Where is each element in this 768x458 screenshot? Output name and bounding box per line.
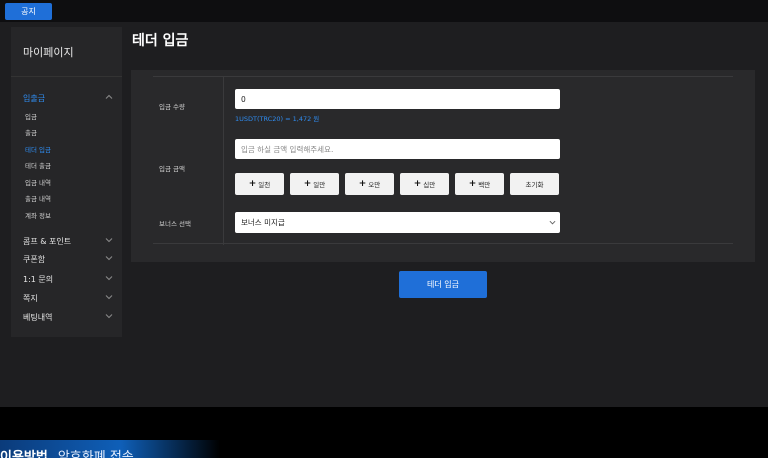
plus-icon: + <box>303 179 312 189</box>
amount-button-label: 십만 <box>423 181 436 189</box>
sidebar-item-withdraw-history[interactable]: 출금 내역 <box>25 193 51 203</box>
plus-icon: + <box>468 179 477 189</box>
amount-button-label: 일만 <box>313 181 326 189</box>
bonus-select[interactable]: 보너스 미지급 <box>235 212 560 233</box>
sidebar-item-withdraw[interactable]: 출금 <box>25 127 37 137</box>
add-50000-button[interactable]: + 오만 <box>345 173 394 195</box>
sidebar-title: 마이페이지 <box>23 46 74 59</box>
sidebar-group-label: 콤프 & 포인트 <box>23 237 72 246</box>
chevron-down-icon <box>105 274 113 282</box>
sidebar-group-label: 1:1 문의 <box>23 275 54 284</box>
sidebar-group-bet-history[interactable]: 베팅내역 <box>23 312 113 323</box>
chevron-down-icon <box>105 293 113 301</box>
sidebar-divider <box>11 76 122 77</box>
deposit-amount-input[interactable]: 입금 하실 금액 입력해주세요. <box>235 139 560 159</box>
deposit-amount-label: 입금 금액 <box>159 165 185 173</box>
sidebar-item-deposit[interactable]: 입금 <box>25 111 37 121</box>
sidebar-item-account-info[interactable]: 계좌 정보 <box>25 210 51 220</box>
sidebar-group-coupons[interactable]: 쿠폰함 <box>23 254 113 265</box>
top-bar: 공지 <box>0 0 768 22</box>
form-divider <box>223 77 224 245</box>
bonus-label: 보너스 선택 <box>159 220 191 228</box>
sidebar-group-label: 베팅내역 <box>23 313 53 322</box>
sidebar-group-label: 쪽지 <box>23 294 38 303</box>
sidebar-group-label: 쿠폰함 <box>23 255 46 264</box>
page-title: 테더 입금 <box>132 33 189 49</box>
deposit-form: 입금 수량 0 1USDT(TRC20) = 1,472 원 입금 금액 입금 … <box>153 76 733 245</box>
sidebar-group-label: 입출금 <box>23 94 46 103</box>
add-1000-button[interactable]: + 일천 <box>235 173 284 195</box>
deposit-qty-input[interactable]: 0 <box>235 89 560 109</box>
notice-button[interactable]: 공지 <box>5 3 52 20</box>
sidebar-item-deposit-history[interactable]: 입금 내역 <box>25 177 51 187</box>
deposit-form-panel: 입금 수량 0 1USDT(TRC20) = 1,472 원 입금 금액 입금 … <box>131 70 755 262</box>
tether-deposit-submit-button[interactable]: 테더 입금 <box>399 271 487 298</box>
chevron-down-icon <box>105 254 113 262</box>
sidebar-group-deposit-withdraw[interactable]: 입출금 <box>23 93 113 104</box>
add-1000000-button[interactable]: + 백만 <box>455 173 504 195</box>
banner-title: 이용방법 <box>0 450 48 458</box>
sidebar-item-tether-deposit[interactable]: 테더 입금 <box>25 144 51 154</box>
bonus-selected-value: 보너스 미지급 <box>241 218 285 227</box>
plus-icon: + <box>358 179 367 189</box>
chevron-down-icon <box>105 236 113 244</box>
sidebar-group-comp-point[interactable]: 콤프 & 포인트 <box>23 236 113 247</box>
how-to-banner[interactable]: 이용방법 암호화폐 접속 <box>0 440 220 458</box>
amount-button-label: 일천 <box>258 181 271 189</box>
reset-button[interactable]: 초기화 <box>510 173 559 195</box>
deposit-qty-label: 입금 수량 <box>159 103 185 111</box>
chevron-up-icon <box>105 93 113 101</box>
sidebar: 마이페이지 입출금 입금 출금 테더 입금 테더 출금 입금 내역 출금 내역 … <box>11 27 122 337</box>
banner-text: 이용방법 암호화폐 접속 <box>0 446 134 458</box>
plus-icon: + <box>248 179 257 189</box>
amount-button-label: 백만 <box>478 181 491 189</box>
chevron-down-icon <box>549 219 556 226</box>
sidebar-group-messages[interactable]: 쪽지 <box>23 293 113 304</box>
reset-button-label: 초기화 <box>525 181 544 189</box>
add-10000-button[interactable]: + 일만 <box>290 173 339 195</box>
banner-subtitle: 암호화폐 접속 <box>57 450 134 458</box>
chevron-down-icon <box>105 312 113 320</box>
amount-button-label: 오만 <box>368 181 381 189</box>
sidebar-group-inquiry[interactable]: 1:1 문의 <box>23 274 113 285</box>
add-100000-button[interactable]: + 십만 <box>400 173 449 195</box>
plus-icon: + <box>413 179 422 189</box>
sidebar-item-tether-withdraw[interactable]: 테더 출금 <box>25 160 51 170</box>
exchange-rate-text: 1USDT(TRC20) = 1,472 원 <box>235 115 320 123</box>
